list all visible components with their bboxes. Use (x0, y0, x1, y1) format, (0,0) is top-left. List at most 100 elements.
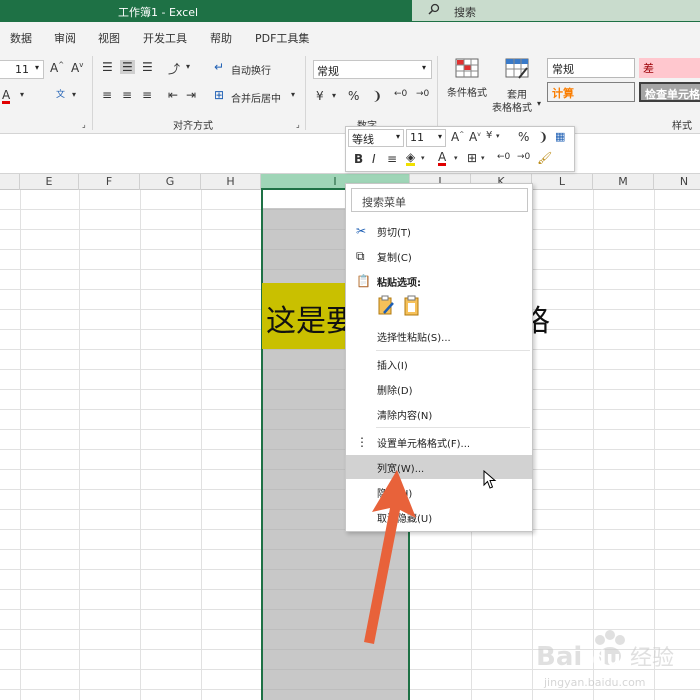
align-bottom-icon[interactable]: ☰ (142, 60, 153, 74)
borders-icon[interactable]: ⊞ (467, 151, 477, 165)
column-header-m[interactable]: M (593, 174, 654, 190)
comma-style-icon[interactable]: ❩ (538, 130, 548, 144)
column-header-cell[interactable] (0, 174, 20, 190)
styles-group-label: 样式 (672, 121, 692, 132)
tab-review[interactable]: 审阅 (54, 30, 76, 46)
wrap-text-button[interactable]: ↵ 自动换行 (206, 58, 302, 78)
merge-center-button[interactable]: ⊞ 合并后居中 ▾ (206, 86, 306, 106)
dialog-launcher-icon[interactable]: ⌟ (296, 120, 300, 129)
tab-view[interactable]: 视图 (98, 30, 120, 46)
tab-pdf-tools[interactable]: PDF工具集 (255, 30, 309, 46)
style-calc[interactable]: 计算 (547, 82, 635, 102)
watermark-url: jingyan.baidu.com (544, 676, 646, 689)
style-bad[interactable]: 差 (639, 58, 700, 78)
align-right-icon[interactable]: ≡ (142, 88, 152, 102)
menu-item-delete[interactable]: 删除(D) (346, 377, 532, 401)
menu-item-insert[interactable]: 插入(I) (346, 352, 532, 376)
conditional-format-button[interactable]: 条件格式 (444, 56, 494, 106)
menu-item-paste-options: 📋 粘贴选项: (356, 274, 421, 289)
tab-data[interactable]: 数据 (10, 30, 32, 46)
menu-item-clear-contents[interactable]: 清除内容(N) (346, 402, 532, 426)
wrap-text-icon: ↵ (214, 60, 225, 74)
chevron-down-icon: ▾ (537, 99, 542, 108)
decrease-decimal-icon[interactable]: →0 (517, 152, 530, 162)
chevron-down-icon[interactable]: ▾ (496, 132, 500, 140)
font-color-icon[interactable]: A (2, 89, 11, 104)
mini-size-select[interactable]: 11 ▾ (406, 129, 446, 147)
align-center-icon[interactable]: ≡ (122, 88, 132, 102)
italic-icon[interactable]: I (372, 152, 376, 166)
increase-decimal-icon[interactable]: ←0 (394, 89, 407, 99)
paste-values-icon[interactable] (402, 295, 424, 319)
menu-item-cut[interactable]: ✂ 剪切(T) (346, 219, 532, 243)
chevron-down-icon[interactable]: ▾ (421, 154, 425, 162)
accounting-format-icon[interactable]: ¥ (316, 89, 324, 103)
mini-font-select[interactable]: 等线 ▾ (348, 129, 404, 147)
decrease-decimal-icon[interactable]: →0 (416, 89, 429, 99)
cell-text-left: 这是要 (266, 304, 356, 339)
column-header-h[interactable]: H (201, 174, 261, 190)
mini-size-value: 11 (410, 131, 424, 144)
ribbon: 11 ▾ A^ Av A ▾ 文 ▾ ☰ ☰ ☰ ⤴ ▾ ≡ ≡ ≡ ⇤ ⇥ ↵… (0, 50, 700, 134)
menu-separator (376, 427, 530, 428)
column-header-g[interactable]: G (140, 174, 201, 190)
accounting-format-icon[interactable]: ¥ (486, 130, 492, 141)
column-header-n[interactable]: N (654, 174, 700, 190)
dialog-launcher-icon[interactable]: ⌟ (82, 120, 86, 129)
number-format-select[interactable]: 常规 ▾ (313, 60, 432, 79)
chevron-down-icon[interactable]: ▾ (454, 154, 458, 162)
style-check[interactable]: 检查单元格 (639, 82, 700, 102)
chevron-down-icon[interactable]: ▾ (186, 62, 190, 71)
align-top-icon[interactable]: ☰ (102, 60, 113, 74)
increase-decimal-icon[interactable]: ←0 (497, 152, 510, 162)
column-header-e[interactable]: E (20, 174, 79, 190)
increase-font-icon[interactable]: A^ (50, 61, 64, 75)
window-title: 工作簿1 - Excel (118, 6, 199, 19)
orientation-icon[interactable]: ⤴ (168, 60, 180, 77)
paste-formatting-glyph (378, 295, 394, 315)
merge-icon: ⊞ (214, 88, 225, 102)
font-size-select[interactable]: 11 ▾ (0, 60, 44, 79)
chevron-down-icon: ▾ (422, 63, 427, 72)
divider (92, 56, 93, 130)
percent-icon[interactable]: % (518, 130, 529, 144)
format-painter-icon[interactable]: 🖌 (537, 151, 552, 165)
menu-item-paste-special[interactable]: 选择性粘贴(S)... (346, 324, 532, 348)
tab-developer[interactable]: 开发工具 (143, 30, 187, 46)
font-color-icon[interactable]: A (438, 151, 447, 166)
menu-item-copy[interactable]: ⧉ 复制(C) (346, 244, 532, 268)
search-box[interactable]: 搜索 (412, 0, 700, 21)
phonetic-icon[interactable]: 文 (56, 87, 65, 100)
chevron-down-icon[interactable]: ▾ (332, 91, 336, 100)
decrease-indent-icon[interactable]: ⇤ (168, 88, 178, 102)
wrap-text-label: 自动换行 (231, 66, 271, 77)
fill-color-icon[interactable]: ◈ (406, 151, 416, 166)
increase-font-icon[interactable]: A^ (451, 130, 464, 144)
chevron-down-icon: ▾ (395, 132, 400, 141)
chevron-down-icon[interactable]: ▾ (20, 90, 24, 99)
format-cells-icon[interactable]: ▦ (555, 130, 565, 143)
chevron-down-icon[interactable]: ▾ (481, 154, 485, 162)
column-header-l[interactable]: L (532, 174, 593, 190)
increase-indent-icon[interactable]: ⇥ (186, 88, 196, 102)
decrease-font-icon[interactable]: Av (71, 61, 83, 75)
comma-style-icon[interactable]: ❩ (372, 89, 382, 103)
percent-icon[interactable]: % (348, 89, 359, 103)
gridline (79, 190, 80, 700)
paste-formatting-icon[interactable] (376, 295, 398, 319)
tab-help[interactable]: 帮助 (210, 30, 232, 46)
align-left-icon[interactable]: ≡ (102, 88, 112, 102)
format-as-table-button[interactable]: 套用 表格格式 ▾ (492, 56, 544, 114)
column-header-f[interactable]: F (79, 174, 140, 190)
decrease-font-icon[interactable]: Av (469, 130, 481, 144)
search-label: 搜索 (454, 6, 476, 19)
style-normal[interactable]: 常规 (547, 58, 635, 78)
menu-item-format-cells[interactable]: ⋮ 设置单元格格式(F)... (346, 430, 532, 454)
menu-search-input[interactable]: 搜索菜单 (351, 188, 528, 212)
align-middle-icon[interactable]: ☰ (120, 60, 135, 74)
conditional-format-label: 条件格式 (447, 88, 487, 99)
bold-icon[interactable]: B (354, 152, 363, 166)
alignment-group-label: 对齐方式 (173, 121, 213, 132)
align-center-icon[interactable]: ≡ (387, 152, 397, 166)
chevron-down-icon[interactable]: ▾ (72, 90, 76, 99)
